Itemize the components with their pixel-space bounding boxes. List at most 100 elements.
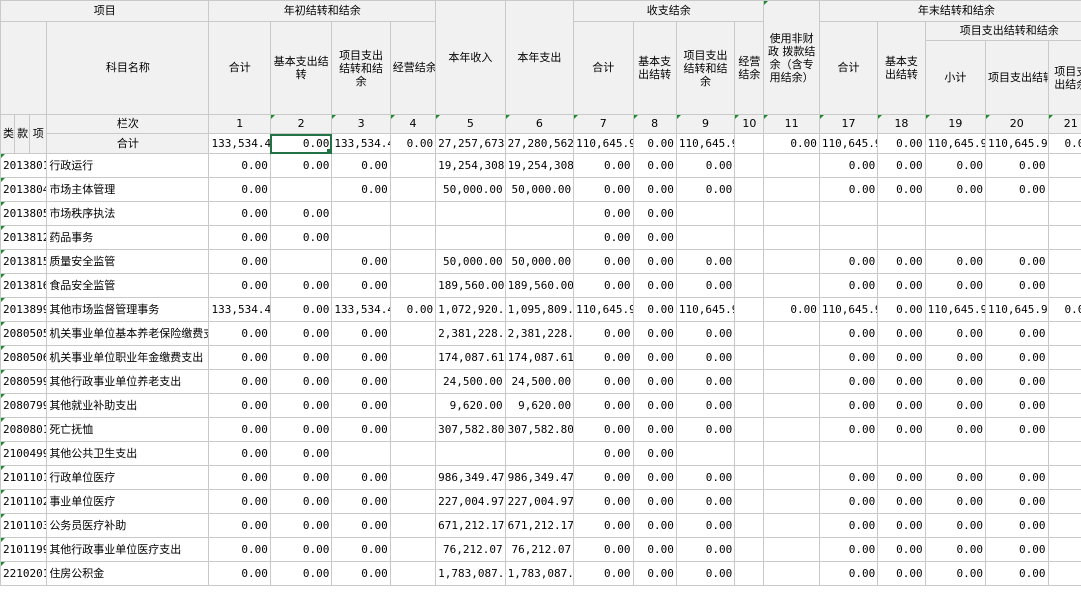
value-cell[interactable]: 986,349.47 <box>435 465 506 490</box>
value-cell[interactable] <box>734 393 765 418</box>
subject-code-cell[interactable]: 2080506 <box>0 345 48 370</box>
total-cell[interactable]: 27,257,673.54 <box>435 133 506 154</box>
value-cell[interactable]: 0.00 <box>985 273 1049 298</box>
value-cell[interactable]: 0.00 <box>818 537 879 562</box>
value-cell[interactable] <box>389 537 437 562</box>
value-cell[interactable]: 0.00 <box>269 321 333 346</box>
value-cell[interactable]: 110,645.96 <box>573 297 634 322</box>
subject-name-cell[interactable]: 药品事务 <box>46 225 210 250</box>
value-cell[interactable]: 2,381,228.00 <box>504 321 575 346</box>
value-cell[interactable] <box>675 225 736 250</box>
value-cell[interactable]: 0.00 <box>675 489 736 514</box>
subject-code-cell[interactable]: 2080799 <box>0 393 48 418</box>
value-cell[interactable]: 24,500.00 <box>435 369 506 394</box>
value-cell[interactable] <box>985 225 1049 250</box>
value-cell[interactable] <box>763 153 820 178</box>
value-cell[interactable] <box>389 441 437 466</box>
value-cell[interactable] <box>734 297 765 322</box>
value-cell[interactable] <box>877 201 926 226</box>
value-cell[interactable] <box>504 441 575 466</box>
value-cell[interactable]: 0.00 <box>573 537 634 562</box>
value-cell[interactable]: 0.00 <box>573 345 634 370</box>
value-cell[interactable]: 0.00 <box>573 249 634 274</box>
value-cell[interactable]: 0.00 <box>208 489 271 514</box>
value-cell[interactable]: 0.00 <box>573 465 634 490</box>
value-cell[interactable]: 0.00 <box>924 345 987 370</box>
value-cell[interactable] <box>389 177 437 202</box>
subject-name-cell[interactable]: 市场秩序执法 <box>46 201 210 226</box>
value-cell[interactable] <box>1047 225 1081 250</box>
value-cell[interactable]: 76,212.07 <box>435 537 506 562</box>
value-cell[interactable]: 0.00 <box>632 273 677 298</box>
value-cell[interactable]: 0.00 <box>877 489 926 514</box>
total-cell[interactable]: 0.00 <box>763 133 820 154</box>
value-cell[interactable] <box>504 201 575 226</box>
value-cell[interactable] <box>1047 489 1081 514</box>
value-cell[interactable]: 0.00 <box>331 345 391 370</box>
value-cell[interactable] <box>1047 537 1081 562</box>
value-cell[interactable]: 0.00 <box>269 441 333 466</box>
value-cell[interactable] <box>877 225 926 250</box>
value-cell[interactable] <box>1047 177 1081 202</box>
value-cell[interactable]: 0.00 <box>573 321 634 346</box>
value-cell[interactable] <box>924 441 987 466</box>
value-cell[interactable]: 0.00 <box>208 441 271 466</box>
value-cell[interactable]: 0.00 <box>985 177 1049 202</box>
value-cell[interactable]: 0.00 <box>985 321 1049 346</box>
value-cell[interactable]: 0.00 <box>924 273 987 298</box>
value-cell[interactable]: 0.00 <box>632 153 677 178</box>
value-cell[interactable]: 0.00 <box>877 465 926 490</box>
value-cell[interactable] <box>675 441 736 466</box>
value-cell[interactable] <box>331 201 391 226</box>
value-cell[interactable] <box>389 225 437 250</box>
total-cell[interactable] <box>734 133 765 154</box>
value-cell[interactable]: 0.00 <box>269 489 333 514</box>
value-cell[interactable]: 133,534.48 <box>331 297 391 322</box>
value-cell[interactable] <box>389 153 437 178</box>
subject-name-cell[interactable]: 机关事业单位职业年金缴费支出 <box>46 345 210 370</box>
value-cell[interactable] <box>763 393 820 418</box>
value-cell[interactable]: 1,095,809.10 <box>504 297 575 322</box>
value-cell[interactable] <box>504 225 575 250</box>
value-cell[interactable]: 0.00 <box>269 153 333 178</box>
value-cell[interactable]: 0.00 <box>985 537 1049 562</box>
value-cell[interactable]: 0.00 <box>985 249 1049 274</box>
value-cell[interactable]: 50,000.00 <box>504 249 575 274</box>
value-cell[interactable] <box>924 201 987 226</box>
value-cell[interactable]: 76,212.07 <box>504 537 575 562</box>
value-cell[interactable]: 0.00 <box>208 417 271 442</box>
value-cell[interactable]: 0.00 <box>331 513 391 538</box>
value-cell[interactable]: 0.00 <box>632 489 677 514</box>
value-cell[interactable]: 0.00 <box>331 465 391 490</box>
value-cell[interactable]: 0.00 <box>573 441 634 466</box>
value-cell[interactable]: 0.00 <box>331 417 391 442</box>
subject-name-cell[interactable]: 死亡抚恤 <box>46 417 210 442</box>
value-cell[interactable]: 0.00 <box>924 489 987 514</box>
value-cell[interactable]: 0.00 <box>632 513 677 538</box>
value-cell[interactable]: 0.00 <box>573 393 634 418</box>
value-cell[interactable] <box>763 513 820 538</box>
value-cell[interactable]: 110,645.96 <box>985 297 1049 322</box>
value-cell[interactable]: 0.00 <box>985 417 1049 442</box>
value-cell[interactable]: 0.00 <box>675 513 736 538</box>
value-cell[interactable]: 0.00 <box>331 537 391 562</box>
value-cell[interactable] <box>1047 249 1081 274</box>
value-cell[interactable]: 0.00 <box>632 465 677 490</box>
value-cell[interactable]: 0.00 <box>763 297 820 322</box>
subject-name-cell[interactable]: 其他行政事业单位养老支出 <box>46 369 210 394</box>
subject-code-cell[interactable]: 2013815 <box>0 249 48 274</box>
subject-name-cell[interactable]: 其他公共卫生支出 <box>46 441 210 466</box>
value-cell[interactable]: 0.00 <box>632 321 677 346</box>
value-cell[interactable] <box>389 321 437 346</box>
value-cell[interactable]: 0.00 <box>924 249 987 274</box>
value-cell[interactable]: 50,000.00 <box>504 177 575 202</box>
value-cell[interactable]: 0.00 <box>924 393 987 418</box>
value-cell[interactable] <box>763 561 820 586</box>
value-cell[interactable]: 0.00 <box>269 369 333 394</box>
value-cell[interactable]: 0.00 <box>675 177 736 202</box>
value-cell[interactable]: 0.00 <box>818 465 879 490</box>
value-cell[interactable]: 0.00 <box>331 249 391 274</box>
value-cell[interactable] <box>763 225 820 250</box>
value-cell[interactable]: 0.00 <box>632 441 677 466</box>
value-cell[interactable] <box>1047 417 1081 442</box>
